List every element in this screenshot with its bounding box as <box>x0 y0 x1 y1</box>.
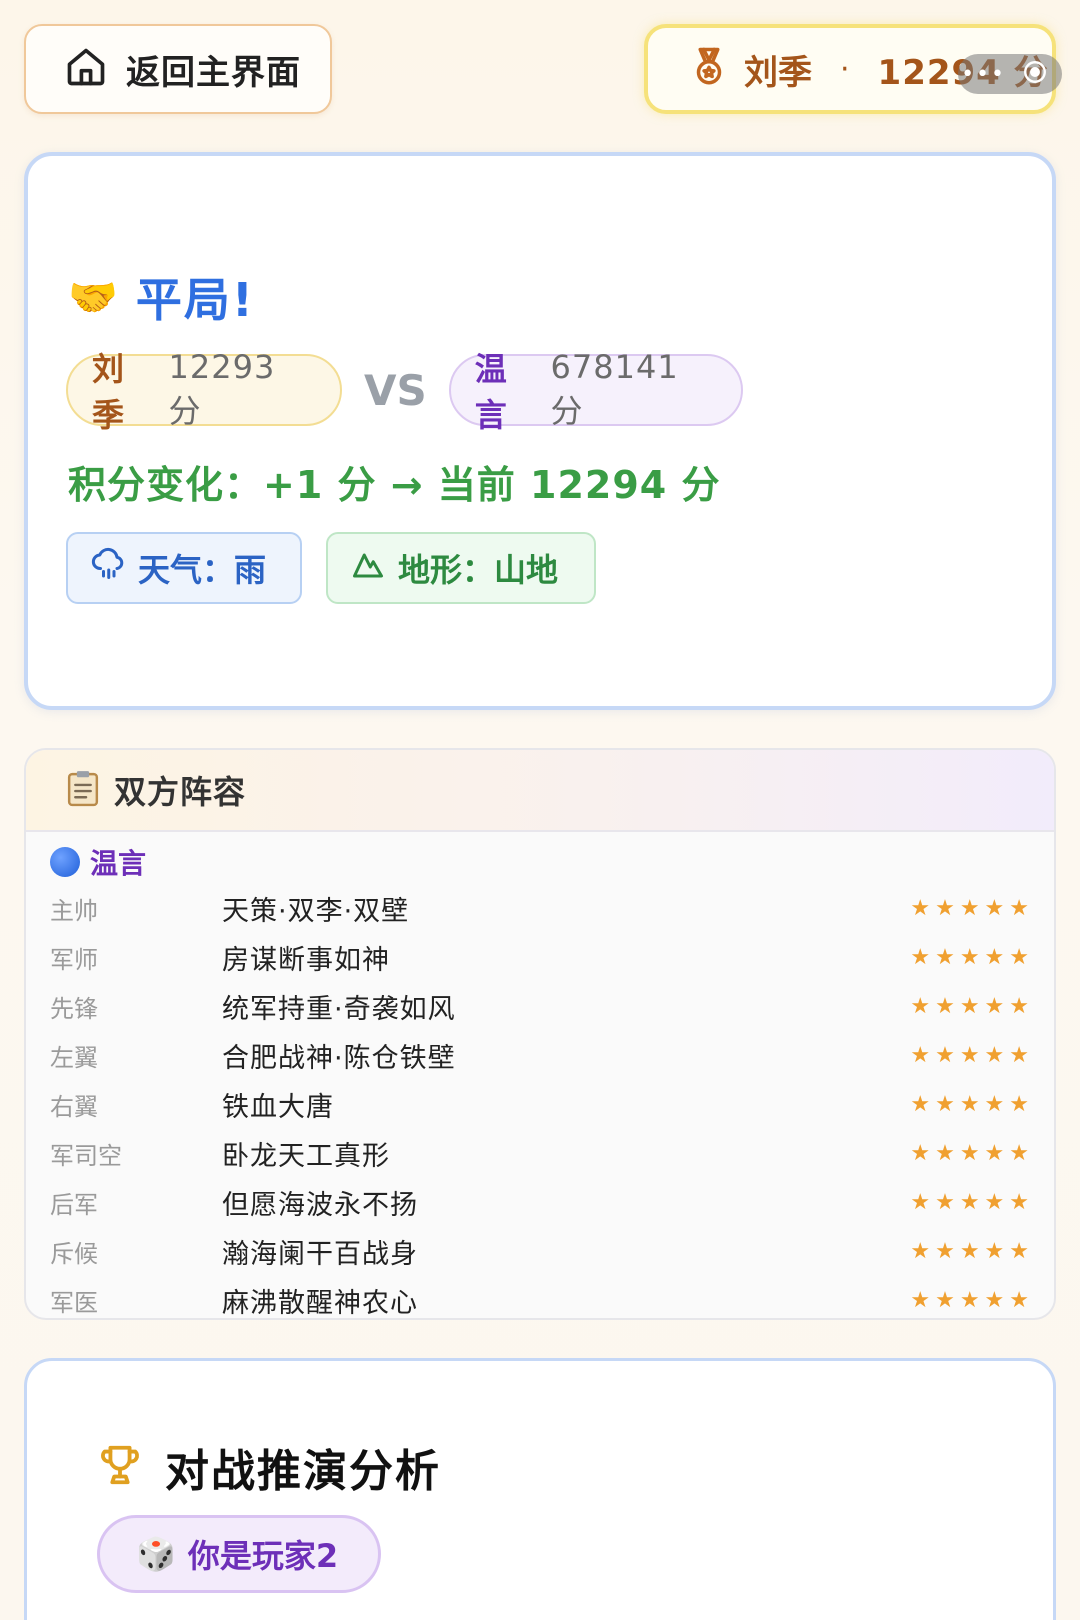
card-name: 卧龙天工真形 <box>222 1141 390 1172</box>
blue-circle-icon <box>50 847 80 877</box>
role-label: 军师 <box>50 946 98 974</box>
result-card: 🤝 平局! 刘季 12293 分 VS 温言 678141 分 积分变化：+1 … <box>24 152 1056 710</box>
vs-row: 刘季 12293 分 VS 温言 678141 分 <box>66 348 743 434</box>
role-label: 军司空 <box>50 1142 122 1170</box>
card-name: 房谋断事如神 <box>222 945 390 976</box>
handshake-icon: 🤝 <box>68 274 118 321</box>
rain-cloud-icon <box>90 546 126 590</box>
analysis-title-text: 对战推演分析 <box>165 1446 441 1497</box>
star-rating: ★★★★★ <box>910 1141 1034 1166</box>
analysis-title: 对战推演分析 <box>97 1435 441 1499</box>
home-icon <box>64 45 108 93</box>
role-label: 主帅 <box>50 897 98 925</box>
player2-pill: 温言 678141 分 <box>448 348 743 434</box>
clipboard-icon <box>64 768 102 812</box>
lineup-list[interactable]: 主帅 天策·双李·双壁 ★★★★★ 军师 房谋断事如神 ★★★★★ 先锋 统军持… <box>50 884 1034 1319</box>
role-label: 右翼 <box>50 1093 98 1121</box>
lineup-row: 先锋 统军持重·奇袭如风 ★★★★★ <box>50 982 1034 1031</box>
dice-icon: 🎲 <box>136 1535 176 1573</box>
mountain-icon <box>350 546 386 590</box>
star-rating: ★★★★★ <box>910 1190 1034 1215</box>
lineup-row: 军师 房谋断事如神 ★★★★★ <box>50 933 1034 982</box>
card-name: 天策·双李·双壁 <box>222 896 410 927</box>
side-name: 温言 <box>90 847 147 880</box>
analysis-card: 对战推演分析 🎲 你是玩家2 <box>24 1358 1056 1620</box>
side-label: 温言 <box>50 842 146 882</box>
card-name: 麻沸散醒神农心 <box>222 1288 418 1319</box>
result-title: 🤝 平局! <box>68 264 255 330</box>
close-target-icon[interactable] <box>1022 59 1048 89</box>
trophy-icon <box>97 1442 143 1492</box>
back-home-label: 返回主界面 <box>126 52 301 93</box>
player-role-text: 你是玩家2 <box>187 1537 339 1575</box>
lineup-row: 后军 但愿海波永不扬 ★★★★★ <box>50 1178 1034 1227</box>
star-rating: ★★★★★ <box>910 994 1034 1019</box>
user-name: 刘季 <box>744 52 812 93</box>
lineup-row: 斥候 瀚海阑干百战身 ★★★★★ <box>50 1227 1034 1276</box>
lineup-title: 双方阵容 <box>114 773 247 811</box>
lineup-row: 军司空 卧龙天工真形 ★★★★★ <box>50 1129 1034 1178</box>
card-name: 合肥战神·陈仓铁壁 <box>222 1043 456 1074</box>
terrain-chip: 地形：山地 <box>326 532 596 604</box>
card-name: 但愿海波永不扬 <box>222 1190 418 1221</box>
player1-name: 刘季 <box>92 350 125 434</box>
card-name: 统军持重·奇袭如风 <box>222 994 456 1025</box>
lineup-row: 右翼 铁血大唐 ★★★★★ <box>50 1080 1034 1129</box>
role-label: 军医 <box>50 1289 98 1317</box>
weather-chip: 天气：雨 <box>66 532 302 604</box>
role-label: 左翼 <box>50 1044 98 1072</box>
more-dots-icon[interactable]: ••• <box>961 62 1006 87</box>
environment-row: 天气：雨 地形：山地 <box>66 532 596 604</box>
star-rating: ★★★★★ <box>910 1092 1034 1117</box>
player2-score: 678141 分 <box>550 348 679 430</box>
lineup-row: 左翼 合肥战神·陈仓铁壁 ★★★★★ <box>50 1031 1034 1080</box>
terrain-text: 地形：山地 <box>398 551 559 589</box>
lineup-panel[interactable]: 双方阵容 温言 主帅 天策·双李·双壁 ★★★★★ 军师 房谋断事如神 ★★★★… <box>24 748 1056 1320</box>
card-name: 瀚海阑干百战身 <box>222 1239 418 1270</box>
lineup-row: 军医 麻沸散醒神农心 ★★★★★ <box>50 1276 1034 1319</box>
star-rating: ★★★★★ <box>910 896 1034 921</box>
star-rating: ★★★★★ <box>910 1043 1034 1068</box>
mini-program-capsule[interactable]: ••• <box>958 54 1062 94</box>
score-change: 积分变化：+1 分 → 当前 12294 分 <box>68 463 721 507</box>
role-label: 斥候 <box>50 1240 98 1268</box>
lineup-row: 主帅 天策·双李·双壁 ★★★★★ <box>50 884 1034 933</box>
result-text: 平局! <box>135 273 255 327</box>
weather-text: 天气：雨 <box>138 551 267 589</box>
player1-pill: 刘季 12293 分 <box>66 348 342 434</box>
role-label: 后军 <box>50 1191 98 1219</box>
star-rating: ★★★★★ <box>910 945 1034 970</box>
player2-name: 温言 <box>474 350 507 434</box>
back-home-button[interactable]: 返回主界面 <box>24 24 332 114</box>
player1-score: 12293 分 <box>168 348 276 430</box>
card-name: 铁血大唐 <box>222 1092 334 1123</box>
player-role-badge: 🎲 你是玩家2 <box>97 1515 381 1593</box>
lineup-header: 双方阵容 <box>26 750 1054 832</box>
star-rating: ★★★★★ <box>910 1239 1034 1264</box>
vs-label: VS <box>364 365 427 415</box>
separator-dot: · <box>840 51 850 87</box>
star-rating: ★★★★★ <box>910 1288 1034 1313</box>
battle-result-page: 返回主界面 刘季 · 12294 分 ••• 🤝 平局! <box>0 0 1080 1620</box>
medal-icon <box>688 46 730 92</box>
role-label: 先锋 <box>50 995 98 1023</box>
